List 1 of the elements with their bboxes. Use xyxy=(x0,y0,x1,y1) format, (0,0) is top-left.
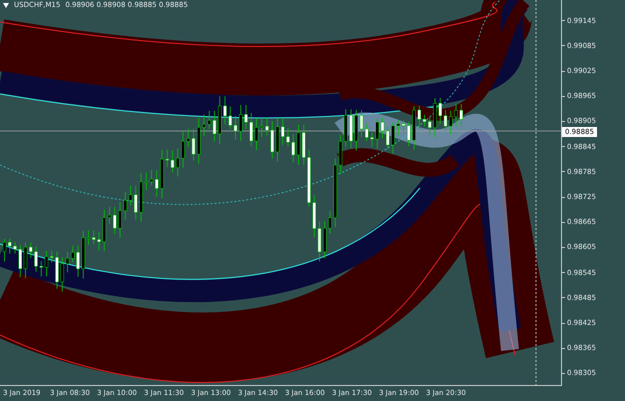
dropdown-triangle-icon[interactable] xyxy=(3,2,9,8)
